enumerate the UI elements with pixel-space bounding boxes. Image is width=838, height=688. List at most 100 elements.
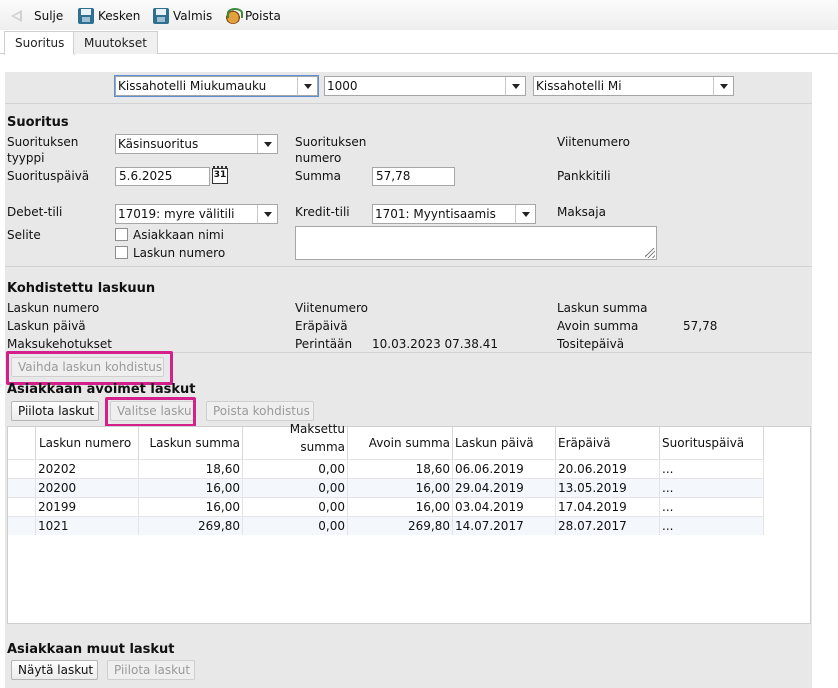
payment-date-cell: ... (660, 460, 764, 478)
payment-date-cell: ... (660, 498, 764, 516)
open-sum-cell: 18,60 (348, 460, 453, 478)
paid-sum-cell: 0,00 (243, 517, 348, 535)
pause-label: Kesken (98, 9, 141, 23)
allocated-invoice-number-label: Laskun numero (7, 301, 100, 315)
highlight-frame (6, 351, 173, 385)
invoice-number-cell: 1021 (36, 517, 139, 535)
open-invoices-table: Laskun numero Laskun summa Maksettu summ… (7, 422, 811, 624)
customer-name-checkbox[interactable] (115, 228, 128, 241)
paid-sum-cell: 0,00 (243, 498, 348, 516)
table-row[interactable]: 20200 16,00 0,00 16,00 29.04.2019 13.05.2019.… (8, 478, 764, 497)
invoice-sum-cell: 269,80 (139, 517, 243, 535)
open-sum-cell: 269,80 (348, 517, 453, 535)
payment-date-input[interactable]: 5.6.2025 (115, 167, 210, 186)
allocated-invoice-date-label: Laskun päivä (7, 319, 86, 333)
section-title-suoritus: Suoritus (7, 115, 69, 130)
due-date-cell: 13.05.2019 (556, 479, 660, 497)
section-title-allocated: Kohdistettu laskuun (7, 281, 156, 296)
column-header-label: Laskun numero (39, 436, 132, 450)
credit-account-select[interactable]: 1701: Myyntisaamis (372, 204, 536, 224)
column-header-invoice-date[interactable]: Laskun päivä (453, 427, 556, 459)
allocated-reference-label: Viitenumero (295, 301, 368, 315)
table-row[interactable]: 20202 18,60 0,00 18,60 06.06.2019 20.06.2019.… (8, 459, 764, 478)
code-select[interactable]: 1000 (324, 76, 526, 96)
save-icon (153, 8, 169, 24)
pause-button[interactable]: Kesken (78, 6, 140, 26)
done-label: Valmis (173, 9, 213, 23)
due-date-cell: 28.07.2017 (556, 517, 660, 535)
remove-allocation-button[interactable]: Poista kohdistus (206, 401, 314, 421)
paid-sum-cell: 0,00 (243, 460, 348, 478)
bank-account-label: Pankkitili (557, 169, 611, 183)
invoice-number-checkbox-label: Laskun numero (133, 246, 226, 260)
column-header-label: Laskun summa (149, 436, 241, 450)
column-header-invoice-sum[interactable]: Laskun summa (139, 427, 243, 459)
column-header-due-date[interactable]: Eräpäivä (556, 427, 660, 459)
column-header-label: summa (300, 440, 345, 454)
company-select[interactable]: Kissahotelli Miukumauku (114, 75, 319, 97)
back-arrow-icon (8, 8, 24, 24)
column-header-label: Avoin summa (368, 436, 450, 450)
allocated-open-sum-label: Avoin summa (557, 319, 639, 333)
amount-label: Summa (295, 169, 341, 183)
open-sum-cell: 16,00 (348, 498, 453, 516)
invoice-sum-cell: 18,60 (139, 460, 243, 478)
close-button[interactable]: Sulje (8, 6, 63, 26)
payment-number-label-1: Suorituksen (295, 135, 367, 149)
allocated-open-sum-value: 57,78 (683, 319, 718, 333)
reference-number-label: Viitenumero (557, 135, 630, 149)
close-label: Sulje (34, 9, 64, 23)
payment-date-label: Suorituspäivä (7, 169, 90, 183)
table-row[interactable]: 20199 16,00 0,00 16,00 03.04.2019 17.04.2019.… (8, 497, 764, 516)
hide-other-invoices-button[interactable]: Piilota laskut (107, 660, 195, 680)
divider (5, 266, 812, 267)
column-header-open-sum[interactable]: Avoin summa (348, 427, 453, 459)
highlight-frame (105, 397, 196, 427)
debit-account-label: Debet-tili (7, 205, 63, 219)
allocated-collection-label: Perintään (295, 337, 353, 351)
company-short-select-value: Kissahotelli Mi (536, 79, 622, 93)
row-selector-cell (8, 498, 36, 516)
save-icon (78, 8, 94, 24)
row-selector-cell (8, 479, 36, 497)
code-select-value: 1000 (327, 79, 358, 93)
allocated-voucher-date-label: Tositepäivä (557, 337, 625, 351)
invoice-date-cell: 29.04.2019 (453, 479, 556, 497)
hide-invoices-button[interactable]: Piilota laskut (11, 401, 99, 421)
debit-account-select[interactable]: 17019: myre välitili (115, 204, 278, 224)
column-header-payment-date[interactable]: Suorituspäivä (660, 427, 764, 459)
toolbar: Sulje Kesken Valmis Poista (0, 0, 838, 30)
paid-sum-cell: 0,00 (243, 479, 348, 497)
company-short-select[interactable]: Kissahotelli Mi (533, 76, 734, 96)
due-date-cell: 20.06.2019 (556, 460, 660, 478)
calendar-icon[interactable]: 31 (212, 166, 228, 184)
payment-type-select[interactable]: Käsinsuoritus (115, 134, 278, 154)
delete-button[interactable]: Poista (225, 6, 281, 26)
column-header-invoice-number[interactable]: Laskun numero (36, 427, 139, 459)
allocated-due-date-label: Eräpäivä (295, 319, 348, 333)
payment-type-value: Käsinsuoritus (118, 137, 199, 151)
payment-type-label-1: Suorituksen (7, 135, 79, 149)
amount-input[interactable]: 57,78 (372, 167, 455, 186)
payment-number-label-2: numero (295, 151, 342, 165)
chevron-down-icon (505, 77, 525, 95)
invoice-number-cell: 20202 (36, 460, 139, 478)
credit-account-value: 1701: Myyntisaamis (375, 207, 496, 221)
row-selector-cell (8, 460, 36, 478)
resize-grip-icon[interactable] (645, 248, 655, 258)
invoice-number-checkbox[interactable] (115, 246, 128, 259)
table-row[interactable]: 1021 269,80 0,00 269,80 14.07.2017 28.07.2017… (8, 516, 764, 535)
tab-suoritus[interactable]: Suoritus (4, 31, 76, 55)
column-header-label: Suorituspäivä (662, 436, 745, 450)
payment-date-cell: ... (660, 517, 764, 535)
tab-muutokset[interactable]: Muutokset (73, 31, 158, 54)
invoice-date-cell: 03.04.2019 (453, 498, 556, 516)
explanation-textarea[interactable] (295, 226, 657, 260)
column-header-paid-sum[interactable]: Maksettu summa (243, 422, 348, 459)
divider (5, 103, 812, 104)
chevron-down-icon (257, 205, 277, 223)
done-button[interactable]: Valmis (153, 6, 212, 26)
show-invoices-button[interactable]: Näytä laskut (11, 660, 98, 680)
invoice-sum-cell: 16,00 (139, 479, 243, 497)
payment-date-cell: ... (660, 479, 764, 497)
